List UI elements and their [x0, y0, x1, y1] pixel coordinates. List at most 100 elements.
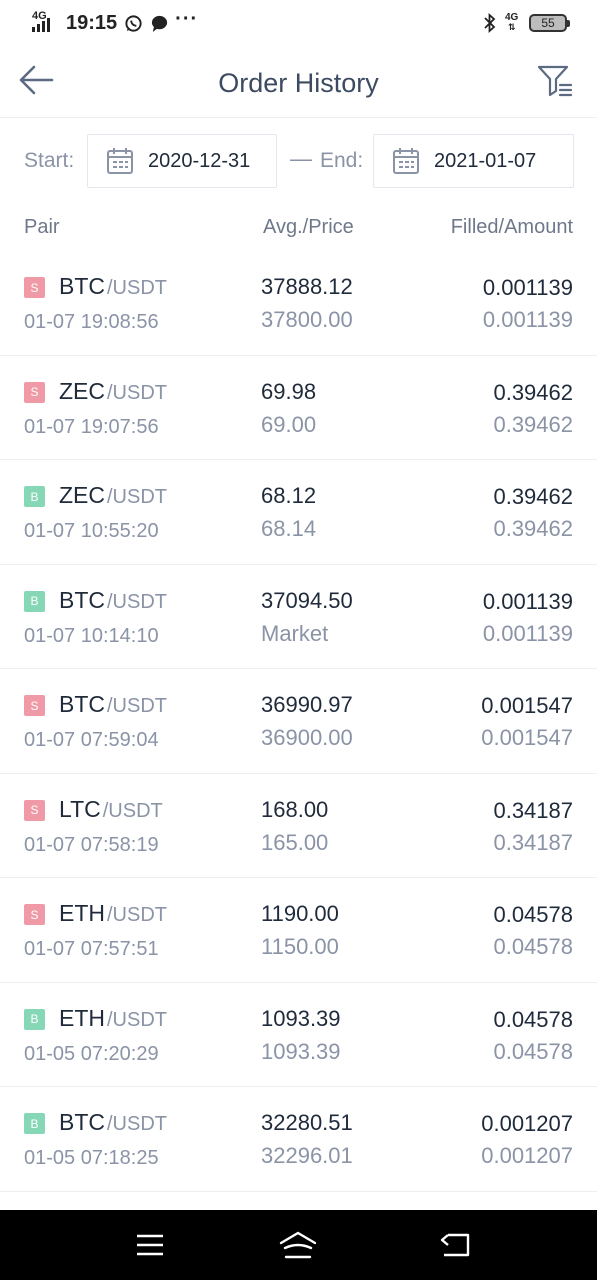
date-range-filter: Start: 2020-12-31 — End: 2021-01-07 [0, 134, 597, 188]
filled-qty: 0.001139 [482, 275, 573, 300]
status-time: 19:15 [66, 11, 118, 34]
start-date-value: 2020-12-31 [148, 149, 251, 172]
avg-price: 36990.97 [261, 692, 353, 717]
menu-button[interactable] [130, 1228, 170, 1262]
page-title: Order History [218, 68, 379, 98]
order-amount: 0.001139 [482, 307, 573, 332]
order-row[interactable]: S ETH/USDT 01-07 07:57:51 1190.00 1150.00 0.0… [0, 878, 597, 983]
pair-quote: /USDT [107, 695, 167, 717]
pair-base-symbol: ETH [59, 900, 105, 926]
pair-base: ETH/USDT [59, 900, 167, 927]
order-price: 68.14 [261, 516, 317, 541]
pair-quote: /USDT [107, 277, 167, 299]
battery-level: 55 [541, 16, 555, 30]
more-notifications-icon: ··· [175, 7, 199, 30]
order-time: 01-05 07:20:29 [24, 1042, 159, 1065]
filled-qty: 0.001207 [481, 1111, 573, 1136]
sell-badge: S [24, 381, 45, 403]
pair-quote: /USDT [107, 904, 167, 926]
battery-icon: 55 [529, 14, 570, 32]
order-row[interactable]: B BTC/USDT 01-05 07:18:25 32280.51 32296.01 0… [0, 1087, 597, 1192]
order-amount: 0.04578 [493, 934, 573, 959]
order-amount: 0.04578 [493, 1038, 573, 1064]
end-date-value: 2021-01-07 [434, 149, 537, 172]
mobile-data-icon: 4G ⇅ [505, 12, 519, 32]
order-time: 01-05 07:18:25 [24, 1147, 159, 1169]
avg-price: 168.00 [261, 796, 329, 822]
order-price: 37800.00 [261, 307, 353, 332]
order-list: S BTC/USDT 01-07 19:08:56 37888.12 37800.00 0… [0, 251, 597, 1192]
order-row[interactable]: S BTC/USDT 01-07 19:08:56 37888.12 37800.00 0… [0, 251, 597, 356]
order-time: 01-07 10:55:20 [24, 520, 159, 542]
status-bar: 4G 19:15 ··· 4G ⇅ 55 [0, 0, 597, 46]
order-row[interactable]: S ZEC/USDT 01-07 19:07:56 69.98 69.00 0.39462… [0, 356, 597, 460]
pair-quote: /USDT [102, 799, 163, 822]
pair-base: LTC/USDT [59, 796, 163, 823]
order-time: 01-07 07:57:51 [24, 938, 159, 960]
app-header: Order History [0, 46, 597, 118]
status-left: 4G 19:15 ··· [32, 8, 198, 35]
pair-base: BTC/USDT [59, 273, 167, 300]
back-nav-button[interactable] [435, 1228, 475, 1262]
sell-badge: S [24, 695, 45, 716]
order-row[interactable]: S LTC/USDT 01-07 07:58:19 168.00 165.00 0.341… [0, 774, 597, 878]
avg-price: 32280.51 [261, 1110, 353, 1135]
signal-icon [32, 18, 50, 32]
order-time: 01-07 07:59:04 [24, 729, 159, 751]
pair-base-symbol: BTC [59, 586, 105, 613]
status-right: 4G ⇅ 55 [483, 12, 570, 33]
filled-qty: 0.04578 [493, 902, 573, 927]
filled-qty: 0.39462 [493, 379, 573, 405]
filled-qty: 0.39462 [493, 484, 573, 509]
column-header-avg-price: Avg./Price [263, 216, 354, 238]
date-separator: — [290, 146, 312, 171]
sell-badge: S [24, 904, 45, 925]
order-time: 01-07 19:07:56 [24, 415, 159, 438]
pair-base-symbol: ZEC [59, 482, 105, 508]
order-row[interactable]: B BTC/USDT 01-07 10:14:10 37094.50 Market 0.0… [0, 565, 597, 669]
pair-base: ZEC/USDT [59, 378, 167, 405]
start-date-picker[interactable]: 2020-12-31 [87, 134, 277, 188]
order-row[interactable]: B ETH/USDT 01-05 07:20:29 1093.39 1093.39 0.0… [0, 983, 597, 1087]
home-icon [279, 1231, 317, 1259]
pair-base: BTC/USDT [59, 587, 167, 614]
order-time: 01-07 19:08:56 [24, 311, 159, 333]
order-amount: 0.001207 [481, 1143, 573, 1168]
order-time: 01-07 07:58:19 [24, 833, 159, 856]
system-nav-bar [0, 1210, 597, 1280]
avg-price: 69.98 [261, 378, 317, 404]
avg-price: 1093.39 [261, 1005, 341, 1031]
end-date-picker[interactable]: 2021-01-07 [373, 134, 574, 188]
pair-base-symbol: BTC [59, 691, 105, 717]
pair-base-symbol: BTC [59, 273, 105, 299]
menu-icon [137, 1234, 163, 1256]
column-header-pair: Pair [24, 216, 60, 238]
order-amount: 0.34187 [493, 829, 573, 855]
pair-base-symbol: LTC [59, 795, 101, 822]
sell-badge: S [24, 799, 45, 821]
pair-quote: /USDT [107, 1008, 167, 1031]
sell-badge: S [24, 277, 45, 298]
pair-quote: /USDT [107, 486, 167, 508]
buy-badge: B [24, 486, 45, 507]
pair-base-symbol: BTC [59, 1109, 105, 1135]
avg-price: 37094.50 [261, 587, 353, 613]
filled-qty: 0.04578 [493, 1006, 573, 1032]
home-button[interactable] [278, 1228, 318, 1262]
avg-price: 1190.00 [261, 901, 339, 926]
start-label: Start: [24, 149, 75, 172]
pair-base: ETH/USDT [59, 1005, 167, 1032]
order-row[interactable]: B ZEC/USDT 01-07 10:55:20 68.12 68.14 0.39462… [0, 460, 597, 565]
buy-badge: B [24, 590, 45, 612]
filled-qty: 0.34187 [493, 797, 573, 823]
order-amount: 0.39462 [493, 516, 573, 541]
pair-base-symbol: ETH [59, 1004, 105, 1031]
bluetooth-icon [484, 13, 496, 33]
filter-button[interactable] [535, 62, 575, 100]
order-price: Market [261, 620, 329, 646]
pair-base: BTC/USDT [59, 1109, 167, 1136]
order-amount: 0.001139 [482, 620, 573, 646]
pair-base-symbol: ZEC [59, 377, 105, 404]
order-row[interactable]: S BTC/USDT 01-07 07:59:04 36990.97 36900.00 0… [0, 669, 597, 774]
order-price: 32296.01 [261, 1143, 353, 1168]
